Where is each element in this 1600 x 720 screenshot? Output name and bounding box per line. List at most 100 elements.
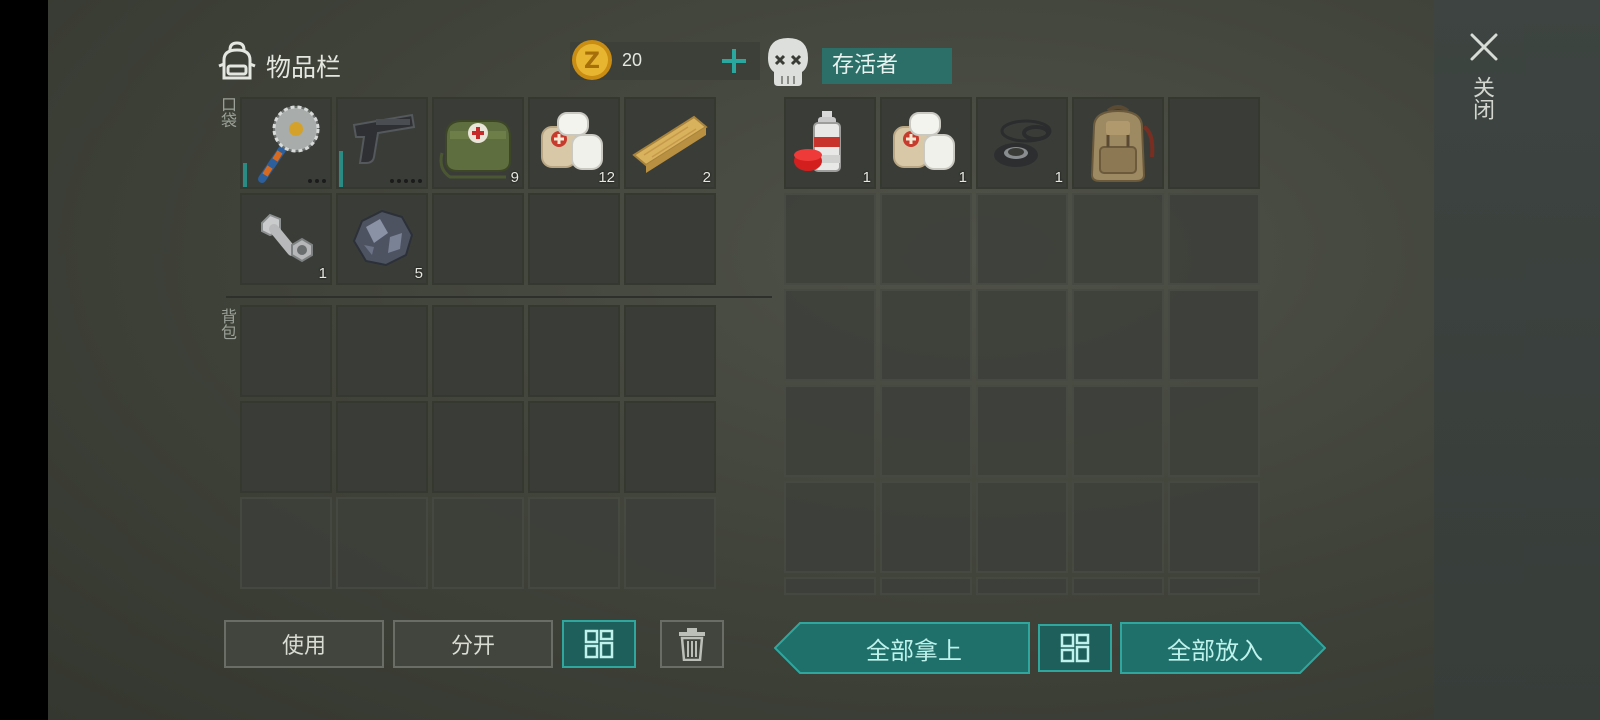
close-button[interactable]: 关闭 (1458, 30, 1510, 150)
pocket-slot-10[interactable] (624, 193, 716, 285)
backpack-slot[interactable] (432, 305, 524, 397)
container-title: 存活者 (822, 48, 952, 84)
item-quantity: 1 (958, 169, 967, 186)
item-quantity: 1 (318, 265, 327, 282)
coin-icon: Z (572, 40, 612, 80)
backpack-slot[interactable] (624, 401, 716, 493)
backpack-slot-locked (528, 497, 620, 589)
pocket-slot-1[interactable] (240, 97, 332, 189)
take-all-label: 全部拿上 (866, 636, 962, 665)
backpack-slot[interactable] (432, 401, 524, 493)
backpack-label: 背包 (218, 308, 237, 340)
backpack-slot-locked (240, 497, 332, 589)
durability-bar (243, 163, 247, 187)
container-slot-empty[interactable] (880, 481, 972, 573)
pocket-slot-2[interactable] (336, 97, 428, 189)
container-slot-empty[interactable] (976, 289, 1068, 381)
pistol-icon (352, 113, 416, 164)
ammo-dots (308, 179, 326, 183)
container-slot-1[interactable]: 1 (784, 97, 876, 189)
container-slot-empty[interactable] (1072, 385, 1164, 477)
container-slot-3[interactable]: 1 (976, 97, 1068, 189)
backpack-slot[interactable] (528, 305, 620, 397)
backpack-slot[interactable] (624, 305, 716, 397)
backpack-slot[interactable] (528, 401, 620, 493)
container-slot-empty[interactable] (1072, 481, 1164, 573)
ammo-dots (390, 179, 422, 183)
pocket-slot-6[interactable]: 1 (240, 193, 332, 285)
game-screen: 关闭 物品栏 Z 20 口袋 背包 9 12 2 1 5 使用 分开 存活者 1… (48, 0, 1600, 720)
pocket-slot-3[interactable]: 9 (432, 97, 524, 189)
backpack-slot[interactable] (336, 401, 428, 493)
backpack-outline-icon (218, 41, 256, 80)
container-slot-empty[interactable] (784, 385, 876, 477)
sort-container-button[interactable] (1038, 624, 1112, 672)
sort-inventory-button[interactable] (562, 620, 636, 668)
pocket-slot-9[interactable] (528, 193, 620, 285)
durability-bar (339, 151, 343, 187)
take-all-button[interactable]: 全部拿上 (774, 622, 1030, 674)
inventory-header: 物品栏 Z 20 (216, 40, 760, 84)
backpack-slot[interactable] (240, 401, 332, 493)
backpack-slot[interactable] (240, 305, 332, 397)
container-slot-empty[interactable] (976, 193, 1068, 285)
container-slot-empty[interactable] (880, 385, 972, 477)
item-quantity: 9 (510, 169, 519, 186)
container-slot-empty[interactable] (1168, 289, 1260, 381)
svg-text:Z: Z (584, 49, 600, 74)
put-all-label: 全部放入 (1167, 636, 1263, 665)
container-header: 存活者 (766, 36, 1006, 90)
container-slot-5[interactable] (1168, 97, 1260, 189)
backpack-slot-locked (624, 497, 716, 589)
delete-button[interactable] (660, 620, 724, 668)
coin-count: 20 (622, 50, 643, 70)
item-quantity: 1 (1054, 169, 1063, 186)
backpack-slot-locked (432, 497, 524, 589)
container-slot-empty[interactable] (1168, 481, 1260, 573)
container-slot-empty[interactable] (1072, 577, 1164, 595)
put-all-button[interactable]: 全部放入 (1120, 622, 1326, 674)
container-slot-empty[interactable] (976, 577, 1068, 595)
container-slot-empty[interactable] (1168, 193, 1260, 285)
container-slot-empty[interactable] (1168, 577, 1260, 595)
container-slot-empty[interactable] (880, 577, 972, 595)
container-slot-empty[interactable] (1168, 385, 1260, 477)
container-slot-empty[interactable] (784, 577, 876, 595)
container-slot-empty[interactable] (1072, 289, 1164, 381)
container-slot-2[interactable]: 1 (880, 97, 972, 189)
skull-icon (768, 38, 808, 86)
item-quantity: 5 (414, 265, 423, 282)
close-label: 关闭 (1469, 76, 1494, 120)
container-slot-empty[interactable] (976, 481, 1068, 573)
pocket-label: 口袋 (218, 96, 237, 128)
add-coins-icon[interactable] (720, 47, 748, 75)
inventory-title: 物品栏 (266, 53, 342, 82)
container-slot-empty[interactable] (976, 385, 1068, 477)
item-quantity: 12 (598, 169, 615, 186)
container-slot-empty[interactable] (880, 289, 972, 381)
backpack-slot-locked (336, 497, 428, 589)
item-quantity: 2 (702, 169, 711, 186)
pocket-slot-8[interactable] (432, 193, 524, 285)
container-slot-empty[interactable] (880, 193, 972, 285)
grid-sort-icon (584, 629, 614, 659)
pocket-slot-5[interactable]: 2 (624, 97, 716, 189)
container-slot-empty[interactable] (784, 193, 876, 285)
coin-panel: Z 20 (570, 40, 760, 80)
pocket-slot-4[interactable]: 12 (528, 97, 620, 189)
container-slot-empty[interactable] (784, 289, 876, 381)
container-slot-4[interactable] (1072, 97, 1164, 189)
pocket-slot-7[interactable]: 5 (336, 193, 428, 285)
backpack-icon (1090, 105, 1155, 182)
container-slot-empty[interactable] (1072, 193, 1164, 285)
backpack-slot[interactable] (336, 305, 428, 397)
buzzsaw-mace-icon (258, 105, 320, 183)
split-button[interactable]: 分开 (393, 620, 553, 668)
item-quantity: 1 (862, 169, 871, 186)
close-icon (1470, 33, 1498, 61)
trash-icon (679, 628, 705, 661)
section-divider (226, 296, 772, 298)
container-slot-empty[interactable] (784, 481, 876, 573)
use-button[interactable]: 使用 (224, 620, 384, 668)
grid-sort-icon (1060, 633, 1090, 663)
